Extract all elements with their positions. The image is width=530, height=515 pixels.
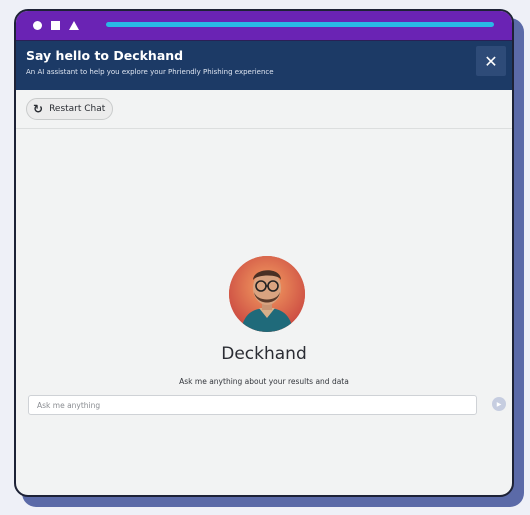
chat-input[interactable] [28,395,477,415]
restart-chat-label: Restart Chat [49,104,106,114]
chat-toolbar: ↻ Restart Chat [16,90,512,129]
assistant-name: Deckhand [221,344,307,364]
close-button[interactable]: ✕ [476,46,506,76]
assistant-tagline: Ask me anything about your results and d… [179,377,349,386]
avatar-illustration [229,256,305,332]
triangle-control-icon[interactable] [69,21,79,30]
header-title: Say hello to Deckhand [26,48,184,63]
avatar [229,256,305,332]
window-titlebar [16,11,512,41]
send-icon: ▶ [496,400,502,408]
app-window: Say hello to Deckhand An AI assistant to… [14,9,514,497]
header-subtitle: An AI assistant to help you explore your… [26,68,274,76]
circle-control-icon[interactable] [33,21,42,30]
square-control-icon[interactable] [51,21,60,30]
refresh-icon: ↻ [33,102,44,116]
restart-chat-button[interactable]: ↻ Restart Chat [26,98,114,120]
close-icon: ✕ [484,51,498,71]
address-bar[interactable] [106,22,494,27]
send-button[interactable]: ▶ [492,397,506,411]
chat-header: Say hello to Deckhand An AI assistant to… [16,41,512,90]
